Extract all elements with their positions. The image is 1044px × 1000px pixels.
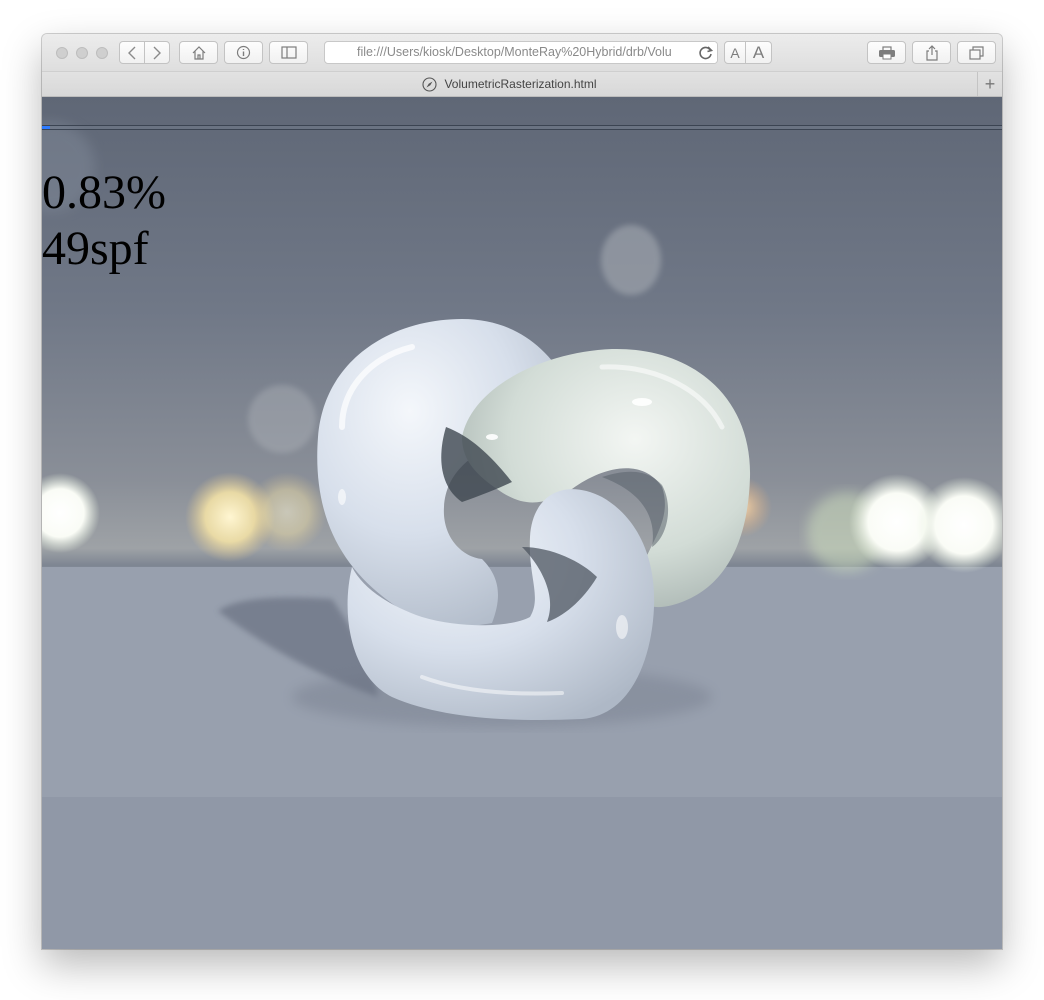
- show-tabs-button[interactable]: [957, 41, 996, 64]
- home-icon: [192, 46, 205, 60]
- render-canvas[interactable]: [42, 97, 1002, 949]
- info-button[interactable]: [224, 41, 263, 64]
- increase-font-button[interactable]: A: [745, 41, 772, 64]
- tab-active[interactable]: VolumetricRasterization.html: [42, 72, 977, 96]
- new-tab-button[interactable]: +: [977, 72, 1002, 96]
- minimize-window-button[interactable]: [76, 47, 88, 59]
- reload-icon[interactable]: [698, 45, 714, 61]
- chevron-left-icon: [128, 46, 136, 59]
- back-button[interactable]: [119, 41, 145, 64]
- samples-per-frame-label: 49spf: [42, 222, 149, 275]
- printer-icon: [878, 45, 895, 59]
- render-progress-fill: [42, 126, 50, 129]
- close-window-button[interactable]: [56, 47, 68, 59]
- address-bar[interactable]: file:///Users/kiosk/Desktop/MonteRay%20H…: [324, 41, 718, 64]
- forward-button[interactable]: [144, 41, 170, 64]
- share-icon: [925, 44, 938, 61]
- sidebar-button[interactable]: [269, 41, 308, 64]
- tabs-overview-icon: [968, 45, 984, 60]
- print-button[interactable]: [867, 41, 906, 64]
- browser-window: file:///Users/kiosk/Desktop/MonteRay%20H…: [42, 34, 1002, 949]
- zoom-window-button[interactable]: [96, 47, 108, 59]
- compass-icon: [422, 76, 438, 92]
- progress-percent-label: 0.83%: [42, 166, 166, 219]
- render-progress-bar: [42, 125, 1002, 130]
- info-icon: [236, 45, 251, 60]
- home-button[interactable]: [179, 41, 218, 64]
- decrease-font-button[interactable]: A: [724, 41, 746, 64]
- browser-toolbar: file:///Users/kiosk/Desktop/MonteRay%20H…: [42, 34, 1002, 71]
- chevron-right-icon: [153, 46, 161, 59]
- sidebar-icon: [280, 46, 297, 59]
- address-url: file:///Users/kiosk/Desktop/MonteRay%20H…: [357, 45, 672, 59]
- share-button[interactable]: [912, 41, 951, 64]
- page-content: 0.83% 49spf: [42, 97, 1002, 949]
- tab-bar: VolumetricRasterization.html +: [42, 71, 1002, 97]
- tab-title: VolumetricRasterization.html: [444, 77, 597, 91]
